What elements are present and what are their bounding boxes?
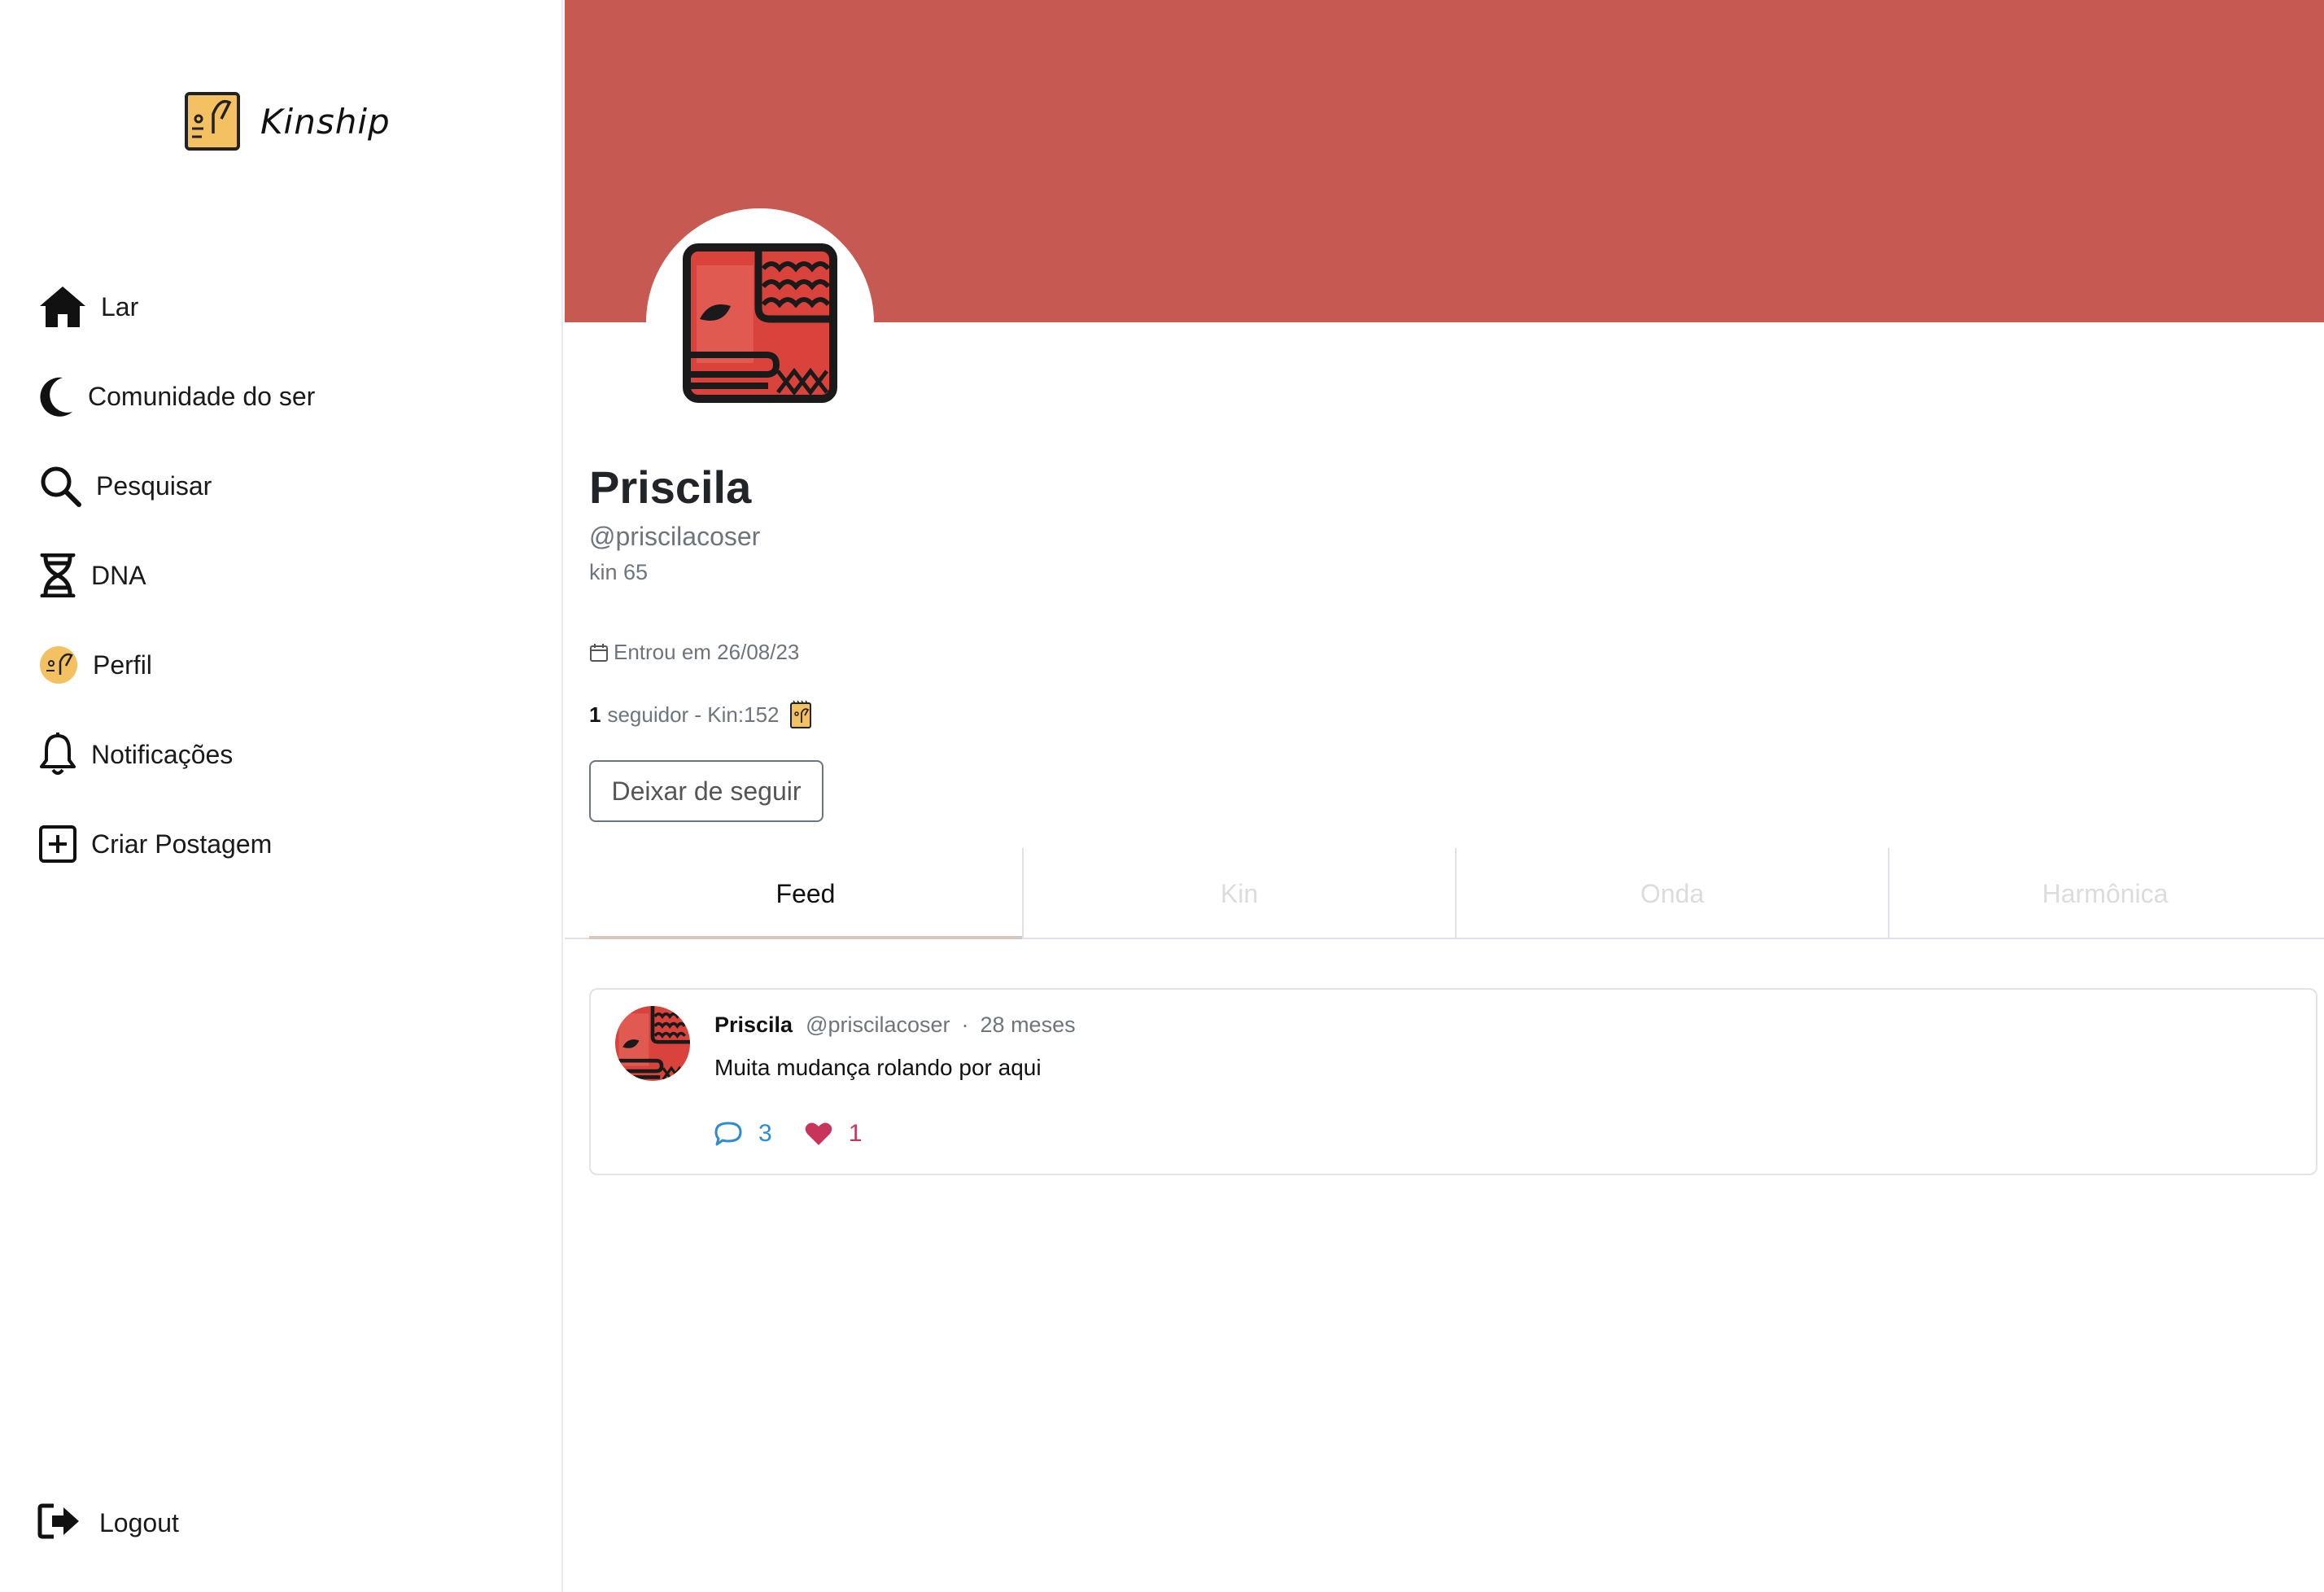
moon-icon <box>37 371 75 422</box>
comment-button[interactable]: 3 <box>714 1120 772 1148</box>
sidebar: Kinship Lar Comunidade do ser Pesquisar … <box>0 0 563 1592</box>
tab-kin[interactable]: Kin <box>1022 848 1455 939</box>
sidebar-item-label: Notificações <box>91 739 234 769</box>
kinship-logo-icon <box>185 92 240 151</box>
sidebar-item-label: Pesquisar <box>96 470 212 501</box>
comment-icon <box>714 1122 742 1146</box>
brand-name: Kinship <box>260 101 391 142</box>
comment-count: 3 <box>758 1120 772 1147</box>
post-author-avatar[interactable] <box>615 1006 690 1081</box>
profile-kin: kin 65 <box>589 560 649 584</box>
sidebar-nav: Lar Comunidade do ser Pesquisar DNA Perf… <box>37 262 315 889</box>
kin-glyph-icon <box>683 243 837 403</box>
sidebar-item-label: Perfil <box>93 649 152 680</box>
plus-square-icon <box>37 819 78 869</box>
like-button[interactable]: 1 <box>805 1120 863 1148</box>
sidebar-item-label: DNA <box>91 560 146 590</box>
brand-logo[interactable]: Kinship <box>184 91 391 151</box>
profile-main: Priscila @priscilacoser kin 65 Entrou em… <box>565 0 2324 1592</box>
bell-icon <box>37 729 78 780</box>
sidebar-item-label: Comunidade do ser <box>88 381 316 411</box>
dna-icon <box>37 550 78 601</box>
logout-button[interactable]: Logout <box>37 1502 179 1544</box>
tab-harmonica[interactable]: Harmônica <box>1888 848 2321 939</box>
tab-feed[interactable]: Feed <box>589 848 1022 939</box>
post-text: Muita mudança rolando por aqui <box>714 1055 1042 1080</box>
sidebar-item-criar-postagem[interactable]: Criar Postagem <box>37 799 315 889</box>
kin-glyph-icon <box>615 1006 690 1081</box>
profile-avatar <box>646 208 874 436</box>
sidebar-item-pesquisar[interactable]: Pesquisar <box>37 441 315 531</box>
avatar-icon <box>37 640 80 690</box>
logout-icon <box>37 1502 81 1544</box>
profile-info: Priscila @priscilacoser kin 65 <box>589 461 760 585</box>
profile-name: Priscila <box>589 461 752 513</box>
profile-followers[interactable]: 1 seguidor - Kin:152 <box>589 700 812 729</box>
post-author-handle[interactable]: @priscilacoser <box>806 1012 950 1038</box>
sidebar-item-perfil[interactable]: Perfil <box>37 620 315 710</box>
sidebar-item-label: Lar <box>101 291 139 321</box>
post-timestamp: 28 meses <box>980 1012 1076 1037</box>
sidebar-item-lar[interactable]: Lar <box>37 262 315 352</box>
kin-seal-icon <box>789 700 811 728</box>
home-icon <box>37 282 88 332</box>
profile-tabs: Feed Kin Onda Harmônica <box>589 848 2324 939</box>
search-icon <box>37 461 83 511</box>
calendar-icon <box>590 643 608 662</box>
followers-count: 1 <box>589 702 601 727</box>
post-separator: · <box>961 1012 969 1037</box>
post-author-name[interactable]: Priscila <box>714 1012 793 1038</box>
sidebar-item-comunidade[interactable]: Comunidade do ser <box>37 352 315 441</box>
post-actions: 3 1 <box>714 1120 862 1148</box>
sidebar-item-notificacoes[interactable]: Notificações <box>37 710 315 799</box>
unfollow-button[interactable]: Deixar de seguir <box>589 760 823 822</box>
logout-label: Logout <box>99 1508 179 1537</box>
post-header: Priscila @priscilacoser · 28 meses <box>714 1012 1076 1038</box>
tab-onda[interactable]: Onda <box>1455 848 1888 939</box>
profile-joined: Entrou em 26/08/23 <box>589 640 799 665</box>
post-card[interactable]: Priscila @priscilacoser · 28 meses Muita… <box>589 988 2317 1175</box>
like-count: 1 <box>848 1120 863 1147</box>
heart-icon <box>805 1122 832 1145</box>
sidebar-item-label: Criar Postagem <box>91 829 273 859</box>
profile-handle: @priscilacoser <box>589 522 761 551</box>
profile-joined-text: Entrou em 26/08/23 <box>614 640 800 664</box>
followers-text: seguidor - Kin:152 <box>607 702 780 727</box>
sidebar-item-dna[interactable]: DNA <box>37 531 315 620</box>
